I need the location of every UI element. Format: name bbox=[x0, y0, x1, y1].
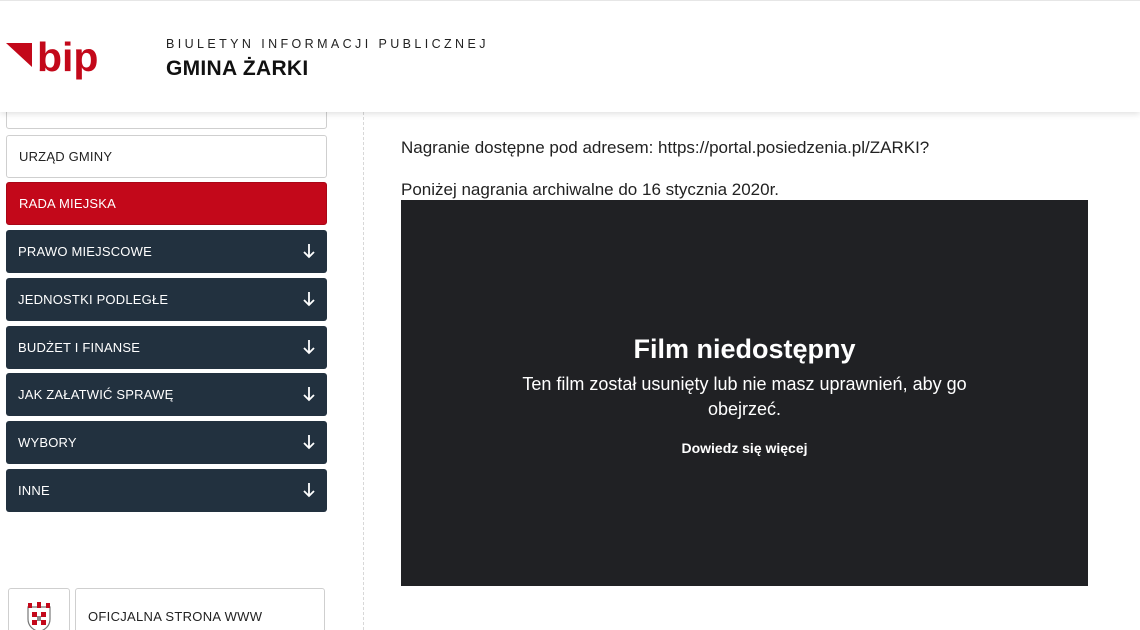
sidebar-item-label: URZĄD GMINY bbox=[19, 149, 113, 164]
coat-of-arms-icon bbox=[27, 602, 51, 630]
arrow-down-icon[interactable] bbox=[302, 434, 316, 450]
header-subtitle: BIULETYN INFORMACJI PUBLICZNEJ bbox=[166, 37, 489, 51]
bip-logo[interactable]: bip bbox=[6, 35, 118, 87]
content-divider bbox=[363, 112, 364, 630]
sidebar-item-jak-zalatwic-sprawe[interactable]: JAK ZAŁATWIĆ SPRAWĘ bbox=[6, 373, 327, 416]
arrow-down-icon[interactable] bbox=[302, 243, 316, 259]
sidebar-item-jednostki-podlegle[interactable]: JEDNOSTKI PODLEGŁE bbox=[6, 278, 327, 321]
sidebar-item-label: JAK ZAŁATWIĆ SPRAWĘ bbox=[18, 387, 174, 402]
recording-info-text: Nagranie dostępne pod adresem: https://p… bbox=[401, 138, 930, 157]
sidebar-item-wybory[interactable]: WYBORY bbox=[6, 421, 327, 464]
official-site-link[interactable]: OFICJALNA STRONA WWW bbox=[75, 588, 325, 630]
arrow-down-icon[interactable] bbox=[302, 291, 316, 307]
sidebar-item-budzet-i-finanse[interactable]: BUDŻET I FINANSE bbox=[6, 326, 327, 369]
video-unavailable-message: Ten film został usunięty lub nie masz up… bbox=[522, 374, 967, 419]
sidebar-item-rada-miejska[interactable]: RADA MIEJSKA bbox=[6, 182, 327, 225]
sidebar-item-label: INNE bbox=[18, 483, 50, 498]
sidebar-item-label: PRAWO MIEJSCOWE bbox=[18, 244, 152, 259]
sidebar-item-prawo-miejscowe[interactable]: PRAWO MIEJSCOWE bbox=[6, 230, 327, 273]
sidebar-item-label: WYBORY bbox=[18, 435, 77, 450]
learn-more-link[interactable]: Dowiedz się więcej bbox=[401, 440, 1088, 456]
official-site-label: OFICJALNA STRONA WWW bbox=[88, 609, 263, 624]
sidebar-item-label: RADA MIEJSKA bbox=[19, 196, 117, 211]
archive-info-text: Poniżej nagrania archiwalne do 16 styczn… bbox=[401, 180, 780, 199]
sidebar-item-label: BUDŻET I FINANSE bbox=[18, 340, 141, 355]
sidebar-item-urzad-gminy[interactable]: URZĄD GMINY bbox=[6, 135, 327, 178]
video-player[interactable]: Film niedostępny Ten film został usunięt… bbox=[401, 200, 1088, 586]
video-unavailable-title: Film niedostępny bbox=[633, 334, 856, 364]
page-title[interactable]: GMINA ŻARKI bbox=[166, 57, 309, 81]
official-site-icon-button[interactable] bbox=[8, 588, 70, 630]
logo-text: bip bbox=[37, 35, 98, 80]
sidebar-item-inne[interactable]: INNE bbox=[6, 469, 327, 512]
sidebar-item-label: JEDNOSTKI PODLEGŁE bbox=[18, 292, 169, 307]
arrow-down-icon[interactable] bbox=[302, 386, 316, 402]
arrow-down-icon[interactable] bbox=[302, 339, 316, 355]
site-header: bip BIULETYN INFORMACJI PUBLICZNEJ GMINA… bbox=[0, 0, 1140, 112]
arrow-down-icon[interactable] bbox=[302, 482, 316, 498]
